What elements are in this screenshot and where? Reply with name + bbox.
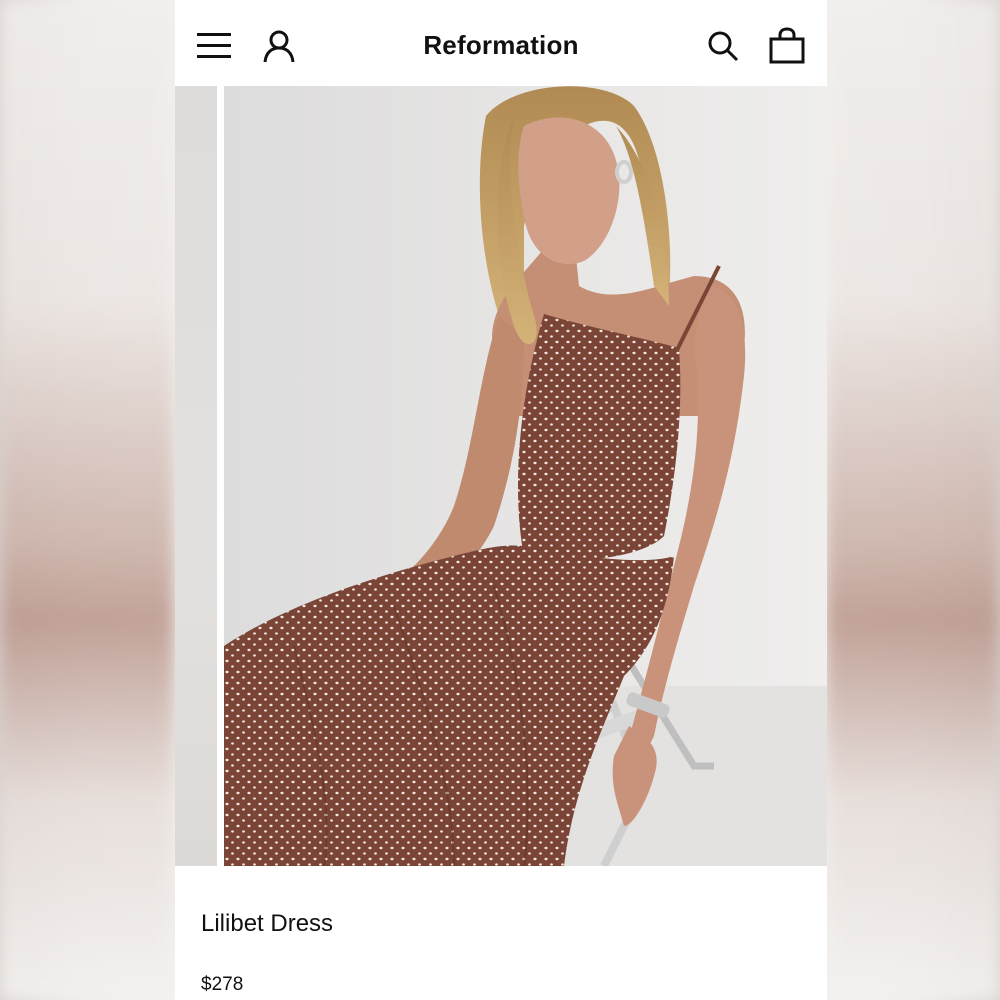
bag-button[interactable] [765, 24, 809, 68]
slide-divider [217, 86, 224, 866]
search-icon [708, 31, 739, 62]
previous-image-slide[interactable] [175, 86, 217, 866]
product-page: Reformation Lilibet Dress $278 [175, 0, 827, 1000]
product-info: Lilibet Dress $278 [175, 866, 827, 1000]
site-header: Reformation [175, 0, 827, 86]
product-image-gallery[interactable] [175, 86, 827, 866]
bag-icon [769, 27, 805, 64]
product-photo[interactable] [224, 86, 827, 866]
backdrop-blur-left [0, 0, 175, 1000]
product-name: Lilibet Dress [201, 910, 334, 937]
product-price: $278 [201, 974, 244, 995]
backdrop-blur-right [825, 0, 1000, 1000]
search-button[interactable] [701, 24, 745, 68]
